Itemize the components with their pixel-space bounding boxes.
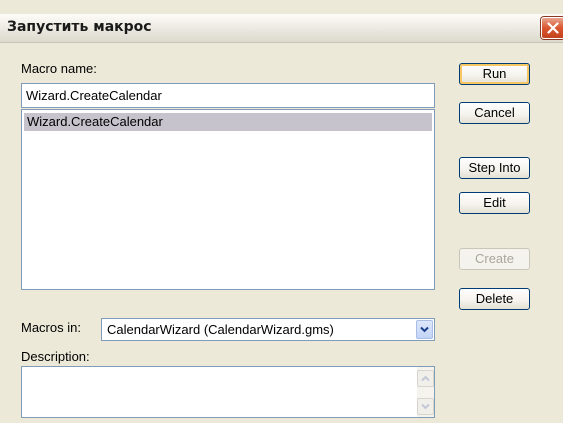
chevron-up-icon bbox=[421, 375, 430, 382]
scroll-down-button[interactable] bbox=[417, 398, 434, 415]
run-button[interactable]: Run bbox=[459, 63, 530, 85]
dropdown-button[interactable] bbox=[416, 320, 433, 339]
close-icon bbox=[547, 22, 559, 34]
create-button[interactable]: Create bbox=[459, 248, 530, 270]
macros-in-dropdown[interactable]: CalendarWizard (CalendarWizard.gms) bbox=[101, 318, 435, 341]
macro-name-label: Macro name: bbox=[21, 61, 97, 76]
window-title: Запустить макрос bbox=[7, 19, 152, 35]
macro-name-input[interactable] bbox=[22, 84, 434, 107]
scroll-up-button[interactable] bbox=[417, 370, 434, 387]
description-scrollbar[interactable] bbox=[417, 367, 434, 417]
cancel-button[interactable]: Cancel bbox=[459, 102, 530, 124]
macros-in-label: Macros in: bbox=[21, 320, 81, 335]
chevron-down-icon bbox=[420, 326, 429, 333]
chevron-down-icon bbox=[421, 403, 430, 410]
macro-name-field[interactable] bbox=[21, 83, 435, 108]
step-into-button[interactable]: Step Into bbox=[459, 157, 530, 179]
description-box[interactable] bbox=[21, 366, 435, 418]
macros-in-value: CalendarWizard (CalendarWizard.gms) bbox=[107, 322, 334, 337]
list-item[interactable]: Wizard.CreateCalendar bbox=[24, 113, 432, 131]
close-button[interactable] bbox=[541, 17, 563, 39]
edit-button[interactable]: Edit bbox=[459, 192, 530, 214]
title-bar[interactable]: Запустить макрос bbox=[0, 14, 563, 43]
macro-list[interactable]: Wizard.CreateCalendar bbox=[21, 109, 435, 290]
description-label: Description: bbox=[21, 349, 90, 364]
run-macro-dialog: Запустить макрос Macro name: Wizard.Crea… bbox=[0, 0, 563, 423]
delete-button[interactable]: Delete bbox=[459, 288, 530, 310]
